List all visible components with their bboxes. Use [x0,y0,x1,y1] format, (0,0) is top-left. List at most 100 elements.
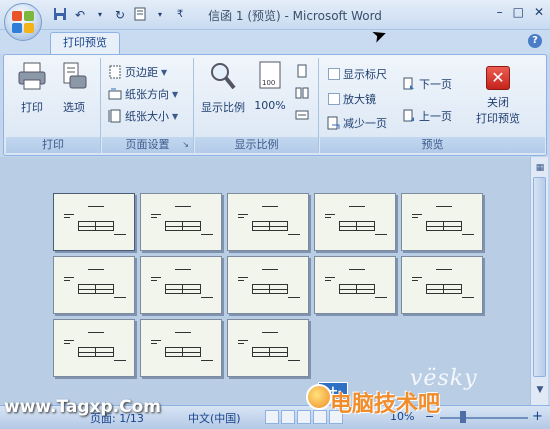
page-thumbnail[interactable] [314,256,396,314]
close-preview-button[interactable]: ✕ 关闭 打印预览 [468,66,528,126]
page-thumbnail[interactable] [227,193,309,251]
margins-label: 页边距 [125,66,158,79]
title-bar: ↶ ▾ ↻ ▾ ₹ 信函 1 (预览) - Microsoft Word – □… [0,0,550,30]
magnifier-checkbox[interactable]: 放大镜 [328,91,376,107]
group-label-zoom: 显示比例 [195,137,318,153]
outline-view-icon[interactable] [313,410,327,424]
page-text-line [262,269,278,270]
scroll-thumb[interactable] [533,177,546,377]
margins-icon [109,65,121,79]
size-label: 纸张大小 [125,110,169,123]
print-layout-view-icon[interactable] [265,410,279,424]
page-text-line [64,340,74,341]
paper-size-icon [108,109,121,123]
zoom-100-button[interactable]: 100 100% [253,60,287,112]
shrink-one-page-label: 减少一页 [343,117,387,130]
page-text-line [262,332,278,333]
page-width-button[interactable] [295,108,309,122]
vertical-scrollbar[interactable]: ▦ ▼ [530,157,548,405]
shrink-one-page-button[interactable]: 减少一页 [326,115,387,131]
show-ruler-label: 显示标尺 [343,68,387,81]
page-text-line [88,206,104,207]
zoom-label: 显示比例 [201,101,245,114]
page-text-line [151,340,161,341]
page-text-line [151,277,161,278]
page-text-line [412,280,418,281]
page-100-icon: 100 [259,61,281,89]
page-thumbnail[interactable] [53,193,135,251]
page-text-line [288,297,300,298]
zoom-slider[interactable] [440,417,528,419]
page-table [252,284,288,294]
page-text-line [288,234,300,235]
web-layout-view-icon[interactable] [297,410,311,424]
ribbon-tabs: 打印预览 ? [0,30,550,54]
page-text-line [325,217,331,218]
close-button[interactable]: ✕ [534,5,544,19]
tab-print-preview[interactable]: 打印预览 [50,32,120,54]
prev-page-label: 上一页 [419,110,452,123]
maximize-button[interactable]: □ [513,5,524,19]
minimize-button[interactable]: – [497,5,503,19]
two-pages-button[interactable] [295,86,309,100]
page-thumbnail[interactable] [140,193,222,251]
next-page-button[interactable]: 下一页 [402,76,452,92]
page-text-line [64,280,70,281]
page-table [426,284,462,294]
prev-page-button[interactable]: 上一页 [402,108,452,124]
watermark-tagxp: www.Tagxp.Com [4,397,161,417]
page-text-line [238,340,248,341]
next-page-icon [403,77,414,90]
page-text-line [462,234,474,235]
dialog-launcher-icon[interactable]: ↘ [182,137,189,153]
one-page-icon [297,64,307,78]
page-thumbnail[interactable] [53,256,135,314]
page-thumbnail[interactable] [401,256,483,314]
help-icon[interactable]: ? [528,34,542,48]
page-text-line [64,217,70,218]
page-text-line [64,277,74,278]
page-text-line [349,269,365,270]
page-text-line [436,269,452,270]
full-screen-view-icon[interactable] [281,410,295,424]
size-button[interactable]: 纸张大小 ▼ [108,108,178,124]
one-page-button[interactable] [295,64,309,78]
zoom-button[interactable]: 显示比例 [199,60,247,115]
options-button[interactable]: 选项 [56,60,92,115]
page-thumbnail[interactable] [140,256,222,314]
page-text-line [238,277,248,278]
print-button[interactable]: 打印 [14,60,50,115]
checkbox-icon [328,68,340,80]
page-text-line [288,360,300,361]
group-print: 打印 选项 打印 [6,58,101,153]
page-table [165,284,201,294]
page-thumbnail[interactable] [314,193,396,251]
margins-button[interactable]: 页边距 ▼ [108,64,167,80]
page-thumbnail[interactable] [53,319,135,377]
zoom-in-icon[interactable]: + [532,409,543,424]
group-page-setup: 页边距 ▼ 纸张方向 ▼ 纸张大小 ▼ 页面设置 ↘ [102,58,194,153]
show-ruler-checkbox[interactable]: 显示标尺 [328,66,387,82]
page-thumbnail[interactable] [227,319,309,377]
scroll-down-icon[interactable]: ▼ [533,383,547,397]
page-table [78,347,114,357]
two-pages-icon [295,87,309,99]
group-preview: 显示标尺 放大镜 减少一页 下一页 上一页 ✕ 关闭 打印预览 预览 [320,58,545,153]
ruler-toggle-icon[interactable]: ▦ [533,161,547,175]
office-button[interactable] [4,3,42,41]
office-logo-icon [12,11,34,33]
page-thumbnail[interactable] [140,319,222,377]
page-text-line [325,277,335,278]
page-text-line [114,360,126,361]
orientation-button[interactable]: 纸张方向 ▼ [108,86,178,102]
printer-icon [18,62,46,90]
page-text-line [436,206,452,207]
page-thumbnail[interactable] [401,193,483,251]
page-setup-label: 页面设置 [125,138,170,151]
page-thumbnail[interactable] [227,256,309,314]
zoom-slider-knob[interactable] [460,411,466,423]
page-text-line [64,343,70,344]
language-indicator[interactable]: 中文(中国) [188,410,241,426]
page-text-line [349,206,365,207]
page-table [78,221,114,231]
